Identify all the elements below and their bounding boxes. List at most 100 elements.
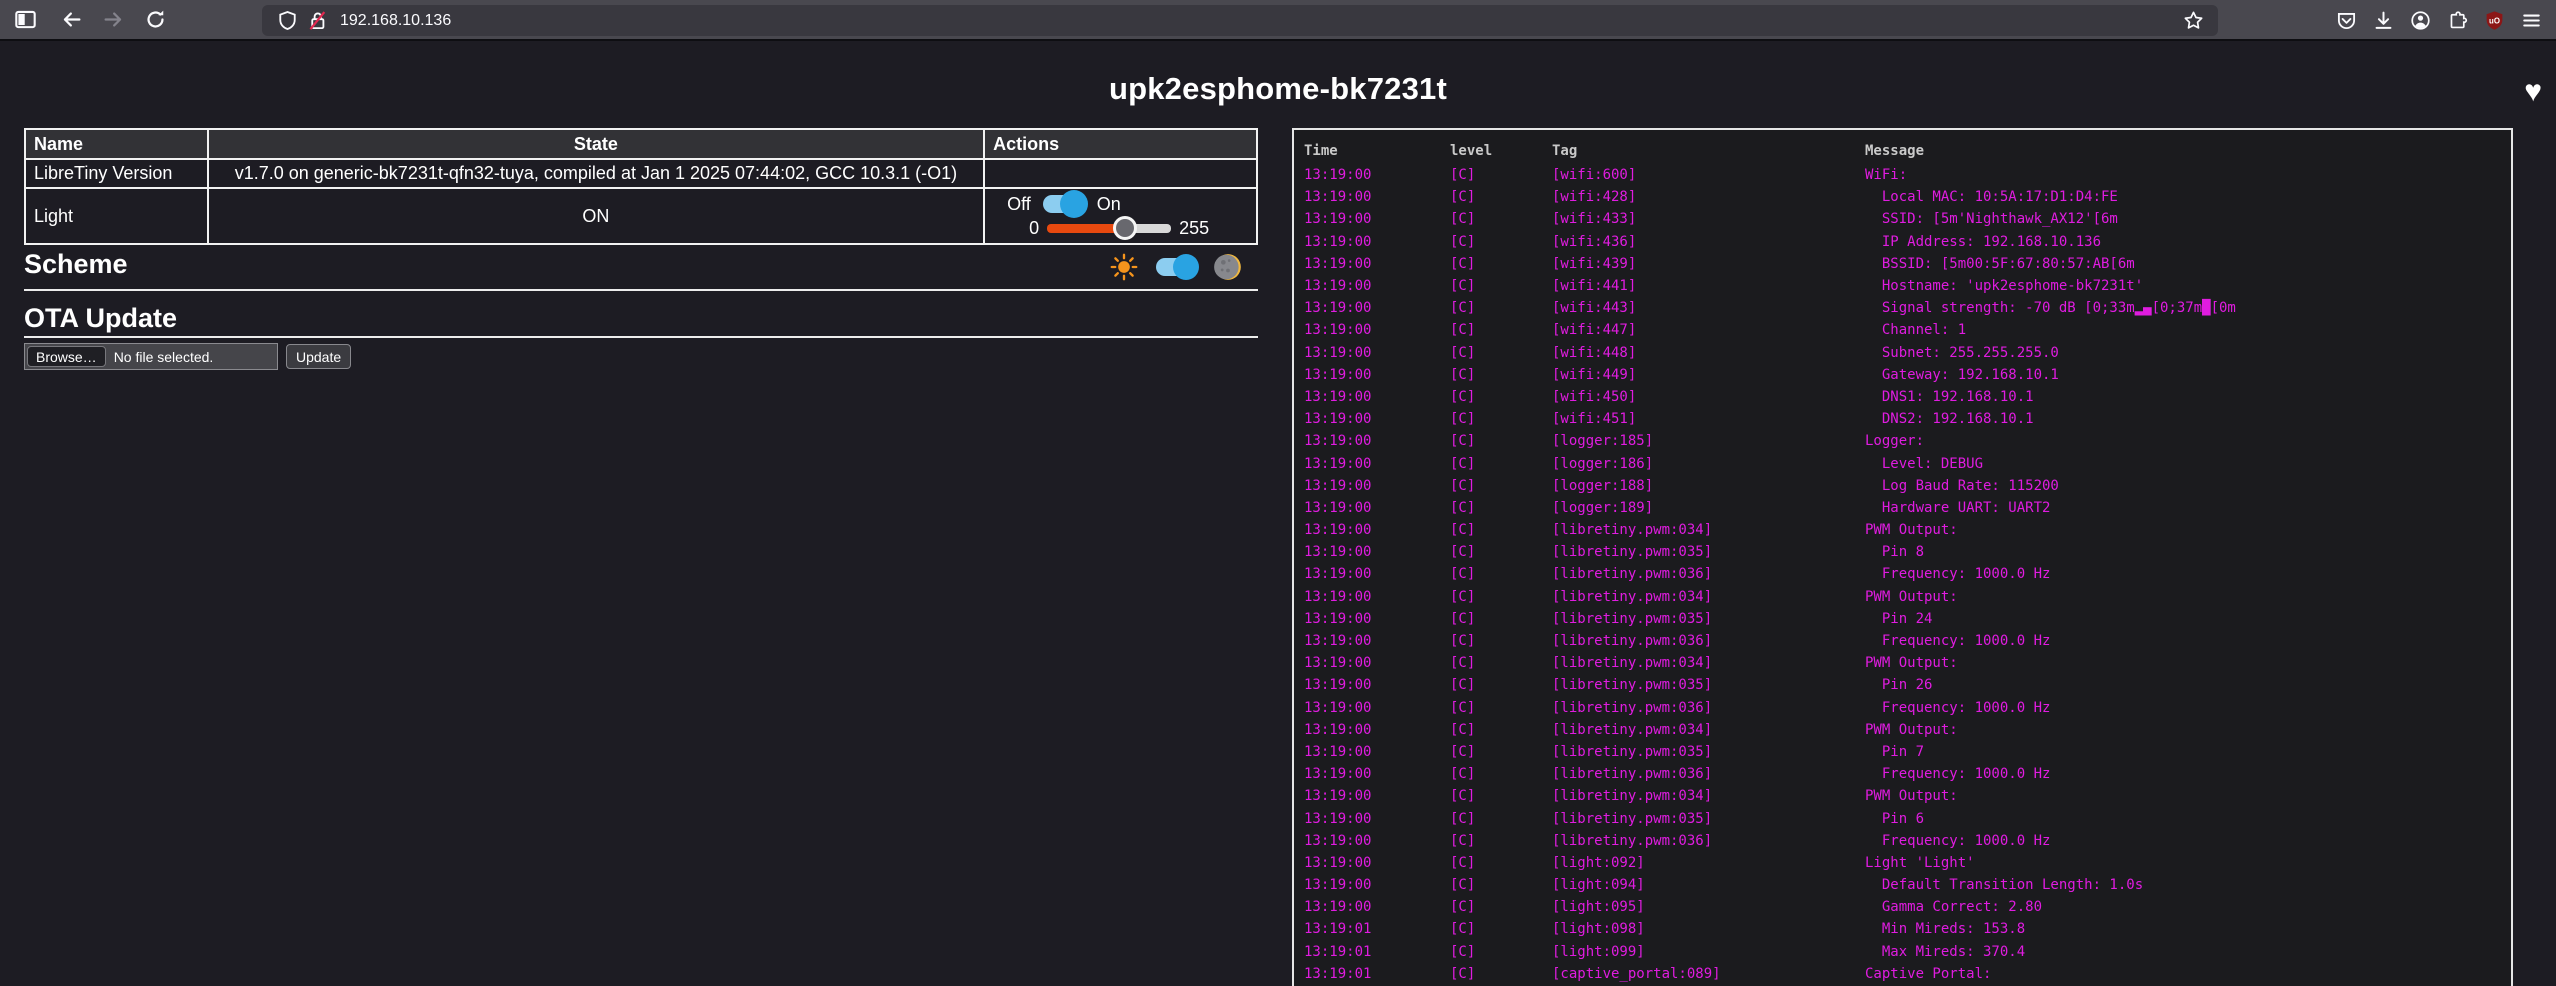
- log-level: [C]: [1450, 744, 1552, 760]
- log-row: 13:19:00[C][libretiny.pwm:036] Frequency…: [1304, 763, 2511, 785]
- log-level: [C]: [1450, 877, 1552, 893]
- log-row: 13:19:00[C][libretiny.pwm:034]PWM Output…: [1304, 586, 2511, 608]
- scheme-divider: [24, 289, 1258, 291]
- light-on-label: On: [1097, 194, 1121, 215]
- light-name: Light: [25, 188, 208, 244]
- scheme-heading: Scheme: [24, 249, 128, 280]
- ota-heading: OTA Update: [24, 303, 177, 334]
- log-header-row: Time level Tag Message: [1304, 138, 2511, 164]
- reload-icon[interactable]: [138, 4, 172, 36]
- log-time: 13:19:00: [1304, 256, 1450, 272]
- log-tag: [libretiny.pwm:034]: [1552, 788, 1865, 804]
- url-bar[interactable]: 192.168.10.136: [262, 5, 2218, 36]
- brightness-slider-thumb[interactable]: [1113, 216, 1137, 240]
- log-message: WiFi:: [1865, 167, 2511, 183]
- log-row: 13:19:00[C][light:094] Default Transitio…: [1304, 874, 2511, 896]
- url-text[interactable]: 192.168.10.136: [340, 12, 2178, 30]
- log-tag: [light:092]: [1552, 855, 1865, 871]
- insecure-lock-icon[interactable]: [302, 5, 332, 37]
- table-row-libretiny: LibreTiny Version v1.7.0 on generic-bk72…: [25, 159, 1257, 188]
- log-row: 13:19:00[C][light:095] Gamma Correct: 2.…: [1304, 896, 2511, 918]
- moon-icon: [1214, 253, 1242, 281]
- menu-hamburger-icon[interactable]: [2514, 4, 2548, 36]
- light-state: ON: [208, 188, 984, 244]
- log-tag: [libretiny.pwm:035]: [1552, 744, 1865, 760]
- log-message: Pin 26: [1865, 677, 2511, 693]
- log-message: Pin 6: [1865, 811, 2511, 827]
- log-tag: [light:095]: [1552, 899, 1865, 915]
- states-table: Name State Actions LibreTiny Version v1.…: [24, 128, 1258, 245]
- log-tag: [wifi:449]: [1552, 367, 1865, 383]
- ota-divider: [24, 336, 1258, 338]
- back-icon[interactable]: [54, 4, 88, 36]
- log-row: 13:19:00[C][logger:188] Log Baud Rate: 1…: [1304, 475, 2511, 497]
- update-button[interactable]: Update: [286, 344, 351, 369]
- log-header-message: Message: [1865, 143, 2511, 159]
- log-message: Local MAC: 10:5A:17:D1:D4:FE: [1865, 189, 2511, 205]
- log-level: [C]: [1450, 700, 1552, 716]
- download-icon[interactable]: [2366, 4, 2400, 36]
- header-actions: Actions: [984, 129, 1257, 159]
- log-message: Frequency: 1000.0 Hz: [1865, 633, 2511, 649]
- log-row: 13:19:00[C][libretiny.pwm:036] Frequency…: [1304, 630, 2511, 652]
- log-tag: [logger:188]: [1552, 478, 1865, 494]
- log-row: 13:19:00[C][wifi:447] Channel: 1: [1304, 319, 2511, 341]
- log-time: 13:19:00: [1304, 345, 1450, 361]
- heart-icon: ♥: [2524, 77, 2542, 107]
- log-header-level: level: [1450, 143, 1552, 159]
- log-time: 13:19:00: [1304, 677, 1450, 693]
- log-row: 13:19:00[C][logger:185]Logger:: [1304, 430, 2511, 452]
- log-time: 13:19:00: [1304, 167, 1450, 183]
- brightness-slider[interactable]: [1047, 224, 1171, 233]
- light-toggle[interactable]: [1043, 195, 1085, 213]
- log-level: [C]: [1450, 256, 1552, 272]
- log-time: 13:19:00: [1304, 234, 1450, 250]
- light-toggle-knob[interactable]: [1060, 190, 1088, 218]
- log-time: 13:19:00: [1304, 456, 1450, 472]
- log-message: Log Baud Rate: 115200: [1865, 478, 2511, 494]
- log-tag: [wifi:450]: [1552, 389, 1865, 405]
- ublock-shield-icon[interactable]: uO: [2477, 4, 2511, 36]
- log-time: 13:19:00: [1304, 611, 1450, 627]
- log-message: Gamma Correct: 2.80: [1865, 899, 2511, 915]
- log-level: [C]: [1450, 189, 1552, 205]
- scheme-toggle[interactable]: [1156, 258, 1196, 276]
- page-content: upk2esphome-bk7231t ♥ Name State Actions…: [0, 43, 2556, 986]
- log-time: 13:19:00: [1304, 811, 1450, 827]
- log-level: [C]: [1450, 278, 1552, 294]
- forward-icon[interactable]: [96, 4, 130, 36]
- log-tag: [libretiny.pwm:036]: [1552, 766, 1865, 782]
- log-level: [C]: [1450, 611, 1552, 627]
- extensions-puzzle-icon[interactable]: [2440, 4, 2474, 36]
- log-level: [C]: [1450, 899, 1552, 915]
- log-tag: [captive_portal:089]: [1552, 966, 1865, 982]
- browse-button[interactable]: Browse…: [27, 346, 106, 367]
- account-icon[interactable]: [2403, 4, 2437, 36]
- sidebar-toggle-icon[interactable]: [8, 4, 42, 36]
- log-time: 13:19:00: [1304, 544, 1450, 560]
- light-actions: Off On 0 255: [984, 188, 1257, 244]
- log-level: [C]: [1450, 211, 1552, 227]
- log-message: DNS1: 192.168.10.1: [1865, 389, 2511, 405]
- log-row: 13:19:00[C][wifi:451] DNS2: 192.168.10.1: [1304, 408, 2511, 430]
- svg-text:uO: uO: [2489, 16, 2500, 25]
- light-off-label: Off: [1007, 194, 1031, 215]
- log-tag: [libretiny.pwm:035]: [1552, 611, 1865, 627]
- log-tag: [wifi:436]: [1552, 234, 1865, 250]
- log-time: 13:19:00: [1304, 899, 1450, 915]
- log-tag: [wifi:600]: [1552, 167, 1865, 183]
- log-panel[interactable]: Time level Tag Message 13:19:00[C][wifi:…: [1292, 128, 2513, 986]
- bookmark-star-icon[interactable]: [2178, 5, 2208, 37]
- pocket-icon[interactable]: [2329, 4, 2363, 36]
- log-tag: [libretiny.pwm:036]: [1552, 700, 1865, 716]
- header-state: State: [208, 129, 984, 159]
- tracking-shield-icon[interactable]: [272, 5, 302, 37]
- scheme-toggle-knob[interactable]: [1173, 254, 1199, 280]
- log-row: 13:19:01[C][light:099] Max Mireds: 370.4: [1304, 941, 2511, 963]
- log-row: 13:19:00[C][libretiny.pwm:036] Frequency…: [1304, 697, 2511, 719]
- log-tag: [wifi:443]: [1552, 300, 1865, 316]
- log-message: Min Mireds: 153.8: [1865, 921, 2511, 937]
- log-level: [C]: [1450, 966, 1552, 982]
- log-row: 13:19:00[C][libretiny.pwm:035] Pin 24: [1304, 608, 2511, 630]
- file-input[interactable]: Browse… No file selected.: [24, 343, 278, 370]
